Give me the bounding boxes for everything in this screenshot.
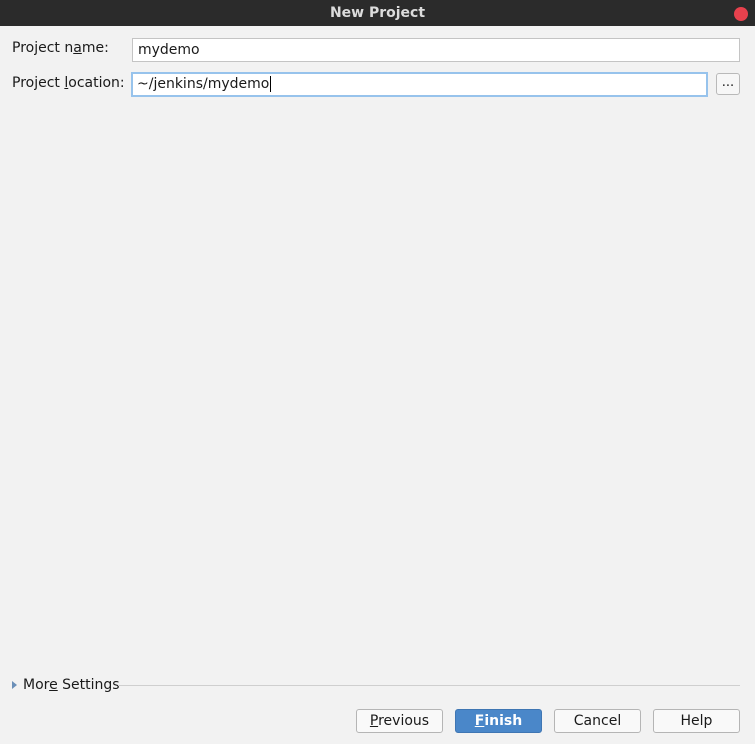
project-name-input[interactable]: mydemo xyxy=(132,38,740,62)
finish-button[interactable]: Finish xyxy=(455,709,542,733)
cancel-button[interactable]: Cancel xyxy=(554,709,641,733)
project-location-input[interactable]: ~/jenkins/mydemo xyxy=(131,72,708,97)
project-location-label: Project location: xyxy=(12,75,125,91)
new-project-dialog: New Project Project name: mydemo Project… xyxy=(0,0,755,744)
title-bar: New Project xyxy=(0,0,755,26)
more-settings-toggle[interactable]: More Settings xyxy=(12,676,120,694)
help-button[interactable]: Help xyxy=(653,709,740,733)
text-caret xyxy=(270,76,272,92)
expand-triangle-icon xyxy=(12,681,17,689)
close-icon[interactable] xyxy=(734,7,748,21)
previous-button[interactable]: Previous xyxy=(356,709,443,733)
settings-divider xyxy=(118,685,740,686)
browse-button[interactable]: ... xyxy=(716,73,740,95)
project-location-value: ~/jenkins/mydemo xyxy=(137,76,270,92)
more-settings-label: More Settings xyxy=(23,677,120,693)
project-name-value: mydemo xyxy=(138,42,200,58)
dialog-title: New Project xyxy=(329,5,426,21)
project-name-label: Project name: xyxy=(12,40,109,56)
